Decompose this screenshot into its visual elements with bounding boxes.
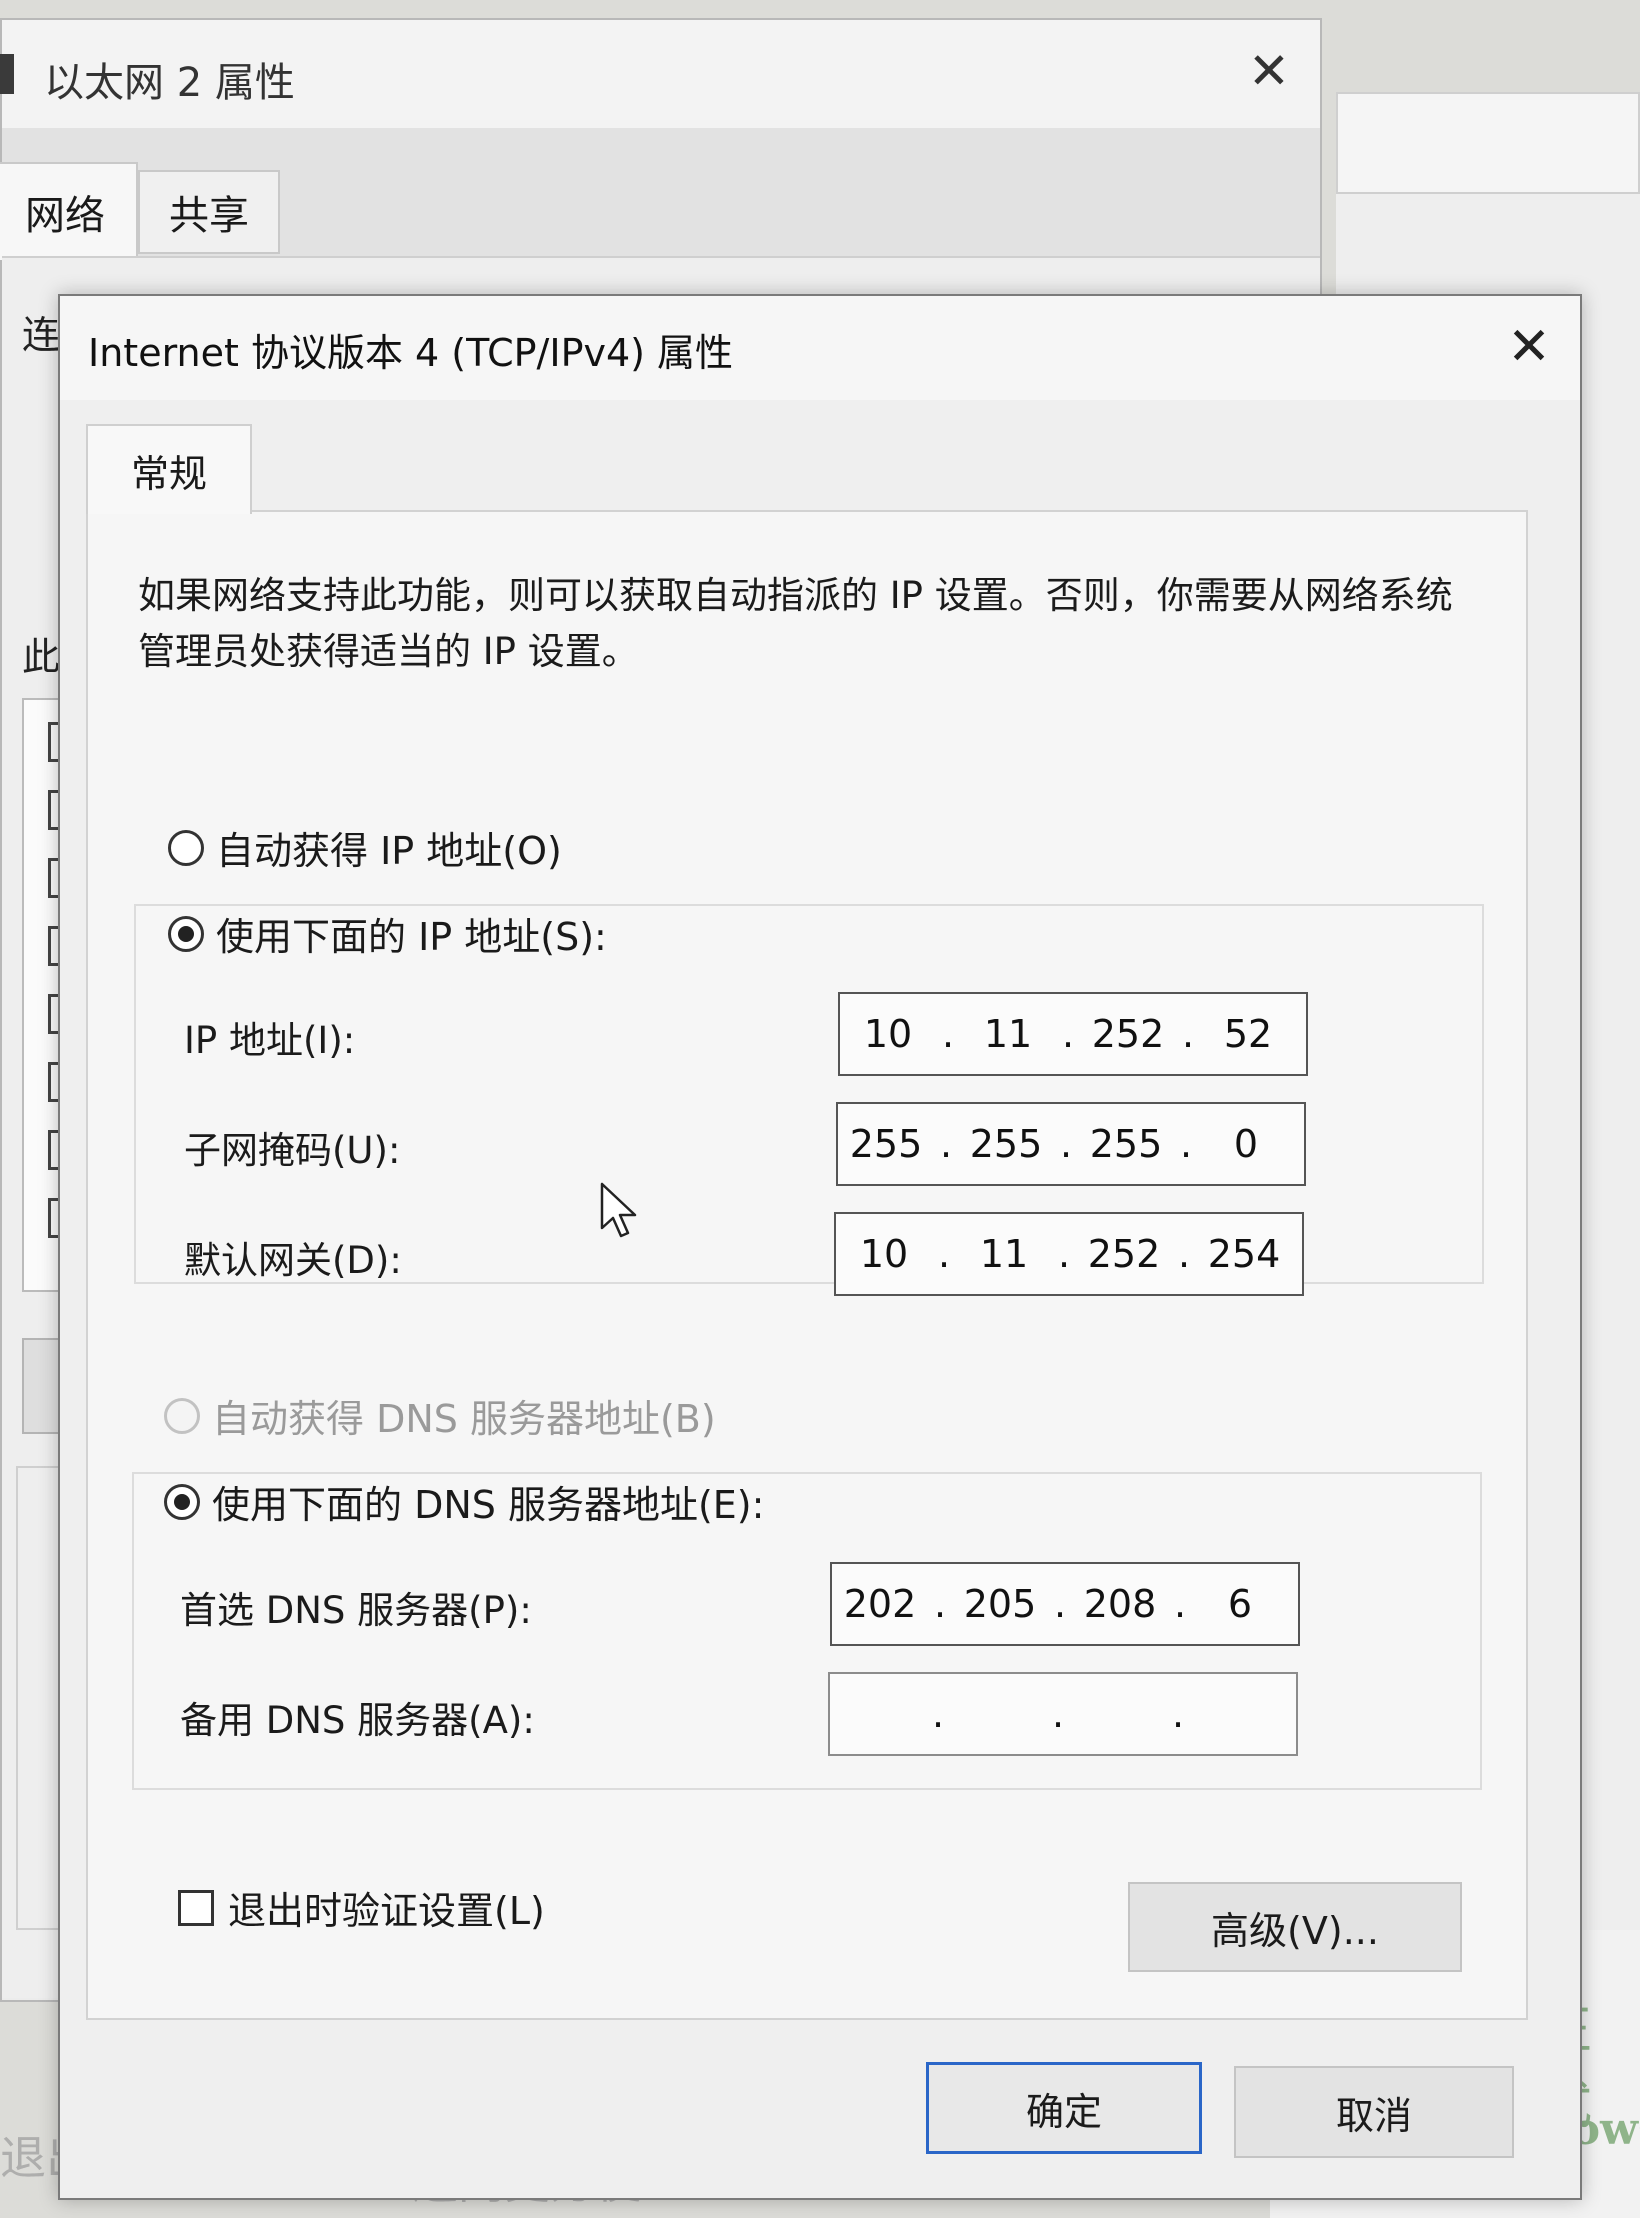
radio-unchecked-icon (164, 1397, 200, 1434)
validate-on-exit-label: 退出时验证设置(L) (228, 1889, 545, 1933)
ethernet-properties-title: 以太网 2 属性 (44, 60, 295, 106)
ip-octet: 255 (1089, 1122, 1163, 1166)
ethernet-properties-titlebar: 以太网 2 属性 ✕ (0, 20, 1320, 128)
auto-ip-radio[interactable]: 自动获得 IP 地址(O) (168, 820, 562, 875)
octet-separator: . (1059, 1122, 1073, 1166)
octet-separator: . (931, 1692, 945, 1736)
ip-address-label: IP 地址(I): (184, 1019, 356, 1062)
preferred-dns-input[interactable]: 202. 205. 208. 6 (830, 1562, 1300, 1646)
octet-separator: . (1173, 1582, 1187, 1626)
octet-separator: . (1179, 1122, 1193, 1166)
ip-octet: 0 (1233, 1122, 1259, 1166)
ethernet-properties-tabs: 网络 共享 (0, 128, 1320, 260)
general-tab-panel: 如果网络支持此功能，则可以获取自动指派的 IP 设置。否则，你需要从网络系统管理… (86, 510, 1528, 2020)
ipv4-dialog-titlebar: Internet 协议版本 4 (TCP/IPv4) 属性 ✕ (60, 296, 1580, 400)
checkbox-unchecked-icon (178, 1889, 214, 1926)
items-list-label: 此 (22, 635, 61, 679)
ip-octet: 205 (963, 1582, 1037, 1626)
octet-separator: . (1061, 1012, 1075, 1056)
ip-octet: 252 (1091, 1012, 1165, 1056)
intro-text: 如果网络支持此功能，则可以获取自动指派的 IP 设置。否则，你需要从网络系统管理… (138, 574, 1453, 673)
radio-checked-icon (164, 1483, 200, 1520)
octet-separator: . (933, 1582, 947, 1626)
subnet-mask-input[interactable]: 255. 255. 255. 0 (836, 1102, 1306, 1186)
octet-separator: . (1181, 1012, 1195, 1056)
alternate-dns-label: 备用 DNS 服务器(A): (180, 1699, 535, 1742)
octet-separator: . (1053, 1582, 1067, 1626)
preferred-dns-label: 首选 DNS 服务器(P): (180, 1589, 532, 1632)
ip-octet: 11 (983, 1012, 1033, 1056)
ip-octet: 255 (969, 1122, 1043, 1166)
auto-ip-label: 自动获得 IP 地址(O) (216, 829, 562, 873)
cancel-button[interactable]: 取消 (1234, 2066, 1514, 2158)
ip-octet: 208 (1083, 1582, 1157, 1626)
ip-octet: 10 (863, 1012, 913, 1056)
octet-separator: . (1057, 1232, 1071, 1276)
tab-sharing[interactable]: 共享 (138, 170, 280, 254)
octet-separator: . (1171, 1692, 1185, 1736)
ip-octet: 52 (1223, 1012, 1273, 1056)
tab-network[interactable]: 网络 (0, 162, 138, 260)
manual-ip-label: 使用下面的 IP 地址(S): (216, 915, 607, 959)
auto-dns-label: 自动获得 DNS 服务器地址(B) (212, 1397, 716, 1441)
radio-unchecked-icon (168, 829, 204, 866)
network-adapter-icon (0, 54, 14, 94)
radio-checked-icon (168, 915, 204, 952)
mouse-pointer-icon (600, 1182, 637, 1238)
ip-octet: 11 (979, 1232, 1029, 1276)
ip-octet: 252 (1087, 1232, 1161, 1276)
ip-octet: 10 (859, 1232, 909, 1276)
default-gateway-label: 默认网关(D): (184, 1239, 402, 1282)
manual-dns-radio[interactable]: 使用下面的 DNS 服务器地址(E): (164, 1474, 764, 1529)
subnet-mask-label: 子网掩码(U): (184, 1129, 401, 1172)
ok-button[interactable]: 确定 (926, 2062, 1202, 2154)
ip-octet: 6 (1227, 1582, 1253, 1626)
close-icon[interactable]: ✕ (1494, 312, 1564, 382)
background-window-right-titlebar (1336, 92, 1640, 194)
validate-on-exit-checkbox[interactable]: 退出时验证设置(L) (178, 1880, 545, 1935)
octet-separator: . (941, 1012, 955, 1056)
octet-separator: . (937, 1232, 951, 1276)
manual-ip-radio[interactable]: 使用下面的 IP 地址(S): (168, 906, 607, 961)
connect-using-label: 连 (22, 313, 61, 357)
ip-address-input[interactable]: 10. 11. 252. 52 (838, 992, 1308, 1076)
close-icon[interactable]: ✕ (1248, 42, 1290, 100)
ipv4-properties-dialog: Internet 协议版本 4 (TCP/IPv4) 属性 ✕ 常规 如果网络支… (58, 294, 1582, 2200)
ip-octet: 255 (849, 1122, 923, 1166)
default-gateway-input[interactable]: 10. 11. 252. 254 (834, 1212, 1304, 1296)
ip-octet: 254 (1207, 1232, 1281, 1276)
octet-separator: . (1051, 1692, 1065, 1736)
dialog-title: Internet 协议版本 4 (TCP/IPv4) 属性 (88, 331, 734, 375)
auto-dns-radio[interactable]: 自动获得 DNS 服务器地址(B) (164, 1388, 716, 1443)
tab-general[interactable]: 常规 (86, 424, 252, 514)
manual-dns-label: 使用下面的 DNS 服务器地址(E): (212, 1483, 765, 1527)
advanced-button[interactable]: 高级(V)... (1128, 1882, 1462, 1972)
octet-separator: . (939, 1122, 953, 1166)
octet-separator: . (1177, 1232, 1191, 1276)
ip-octet: 202 (843, 1582, 917, 1626)
alternate-dns-input[interactable]: . . . (828, 1672, 1298, 1756)
